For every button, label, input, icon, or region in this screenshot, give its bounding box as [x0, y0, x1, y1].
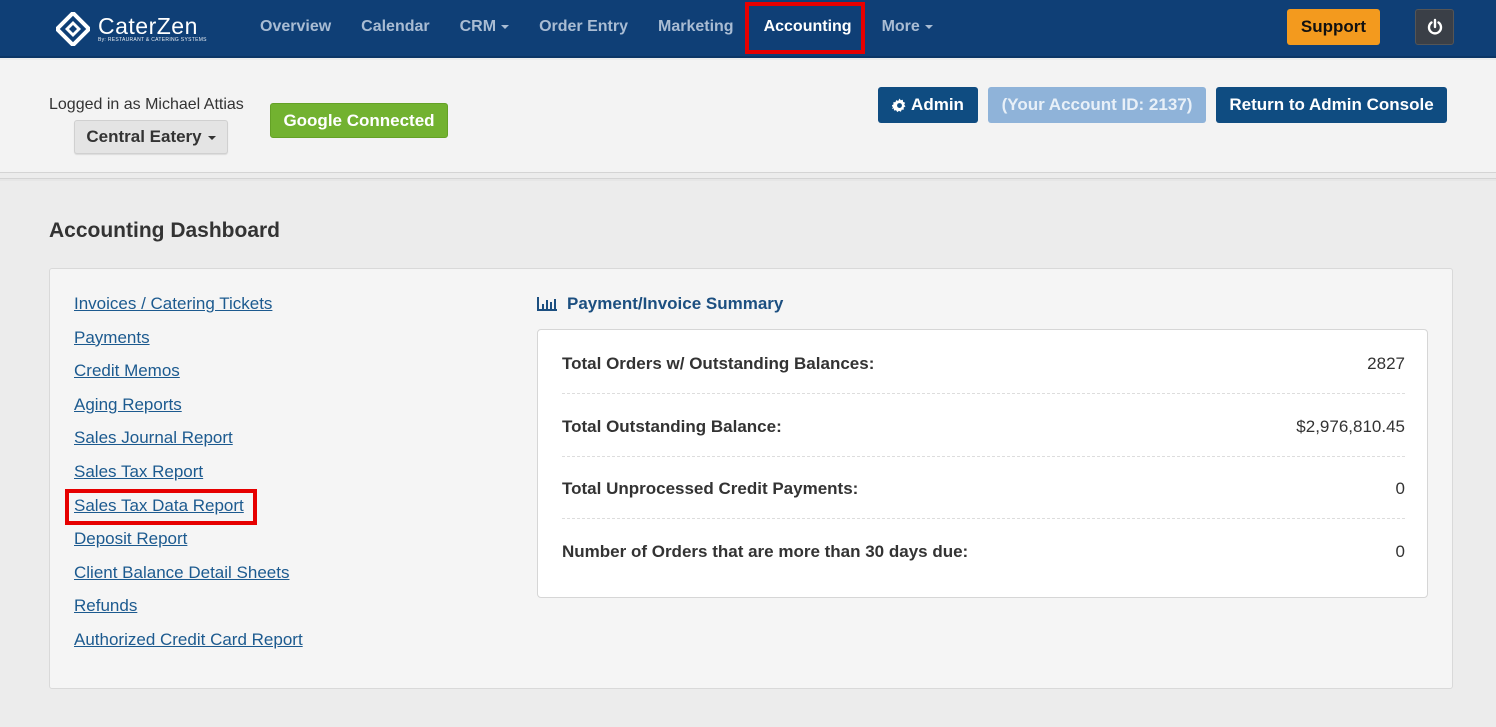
link-invoices-catering-tickets[interactable]: Invoices / Catering Tickets	[74, 292, 303, 326]
brand-logo[interactable]: CaterZen By: RESTAURANT & CATERING SYSTE…	[56, 10, 207, 48]
summary-label: Total Unprocessed Credit Payments:	[562, 479, 859, 498]
link-sales-tax-report[interactable]: Sales Tax Report	[74, 460, 303, 494]
nav-item-order-entry[interactable]: Order Entry	[524, 0, 643, 56]
location-dropdown[interactable]: Central Eatery	[74, 120, 228, 154]
nav-item-label: Overview	[260, 18, 332, 35]
row-divider	[562, 456, 1405, 457]
admin-label: Admin	[911, 95, 964, 114]
summary-row: Total Outstanding Balance: $2,976,810.45	[562, 407, 1405, 447]
google-connected-button[interactable]: Google Connected	[270, 103, 448, 138]
summary-row: Total Orders w/ Outstanding Balances: 28…	[562, 344, 1405, 384]
nav-item-more[interactable]: More	[867, 0, 948, 56]
summary-box: Total Orders w/ Outstanding Balances: 28…	[537, 329, 1428, 598]
logout-button[interactable]	[1415, 9, 1454, 45]
link-credit-memos[interactable]: Credit Memos	[74, 359, 303, 393]
summary-value: $2,976,810.45	[1296, 417, 1405, 436]
link-client-balance-detail-sheets[interactable]: Client Balance Detail Sheets	[74, 561, 303, 595]
link-sales-journal-report[interactable]: Sales Journal Report	[74, 426, 303, 460]
summary-value: 0	[1395, 479, 1405, 498]
summary-label: Total Orders w/ Outstanding Balances:	[562, 354, 875, 373]
nav-item-label: More	[881, 18, 920, 35]
nav-item-label: Marketing	[657, 18, 734, 35]
top-navbar: CaterZen By: RESTAURANT & CATERING SYSTE…	[0, 0, 1496, 58]
nav-item-marketing[interactable]: Marketing	[643, 0, 749, 56]
summary-title: Payment/Invoice Summary	[537, 294, 783, 314]
logged-in-text: Logged in as Michael Attias	[49, 96, 244, 113]
nav-item-label: Calendar	[361, 18, 430, 35]
nav-item-accounting[interactable]: Accounting	[749, 0, 867, 56]
summary-title-text: Payment/Invoice Summary	[567, 294, 784, 313]
support-button[interactable]: Support	[1287, 9, 1380, 45]
power-icon	[1427, 18, 1442, 35]
summary-value: 2827	[1367, 354, 1405, 373]
nav-item-crm[interactable]: CRM	[445, 0, 524, 56]
nav-item-label: Accounting	[763, 18, 852, 35]
bar-chart-icon	[537, 297, 557, 311]
nav-item-calendar[interactable]: Calendar	[346, 0, 444, 56]
location-label: Central Eatery	[86, 127, 202, 146]
brand-tagline: By: RESTAURANT & CATERING SYSTEMS	[98, 36, 207, 43]
return-to-admin-console-button[interactable]: Return to Admin Console	[1216, 87, 1447, 123]
account-id-badge: (Your Account ID: 2137)	[988, 87, 1206, 123]
admin-button[interactable]: Admin	[878, 87, 978, 123]
nav-item-label: CRM	[459, 18, 497, 35]
summary-value: 0	[1395, 542, 1405, 561]
caret-down-icon	[501, 24, 510, 29]
nav-item-overview[interactable]: Overview	[245, 0, 346, 56]
row-divider	[562, 393, 1405, 394]
accounting-links-list: Invoices / Catering Tickets Payments Cre…	[74, 292, 303, 662]
link-deposit-report[interactable]: Deposit Report	[74, 527, 303, 561]
link-sales-tax-data-report[interactable]: Sales Tax Data Report	[74, 494, 303, 528]
summary-label: Number of Orders that are more than 30 d…	[562, 542, 969, 561]
caret-down-icon	[207, 135, 216, 140]
brand-name: CaterZen	[98, 12, 198, 39]
link-aging-reports[interactable]: Aging Reports	[74, 393, 303, 427]
gear-icon	[892, 97, 906, 112]
caret-down-icon	[924, 24, 933, 29]
row-divider	[562, 518, 1405, 519]
link-payments[interactable]: Payments	[74, 326, 303, 360]
summary-row: Number of Orders that are more than 30 d…	[562, 532, 1405, 572]
nav-item-label: Order Entry	[539, 18, 628, 35]
summary-label: Total Outstanding Balance:	[562, 417, 782, 436]
page-title: Accounting Dashboard	[49, 219, 281, 242]
divider	[0, 178, 1496, 181]
link-authorized-credit-card-report[interactable]: Authorized Credit Card Report	[74, 628, 303, 662]
summary-row: Total Unprocessed Credit Payments: 0	[562, 469, 1405, 509]
link-refunds[interactable]: Refunds	[74, 594, 303, 628]
main-nav: Overview Calendar CRM Order Entry Market…	[245, 0, 948, 56]
logo-diamond-icon	[56, 12, 90, 46]
